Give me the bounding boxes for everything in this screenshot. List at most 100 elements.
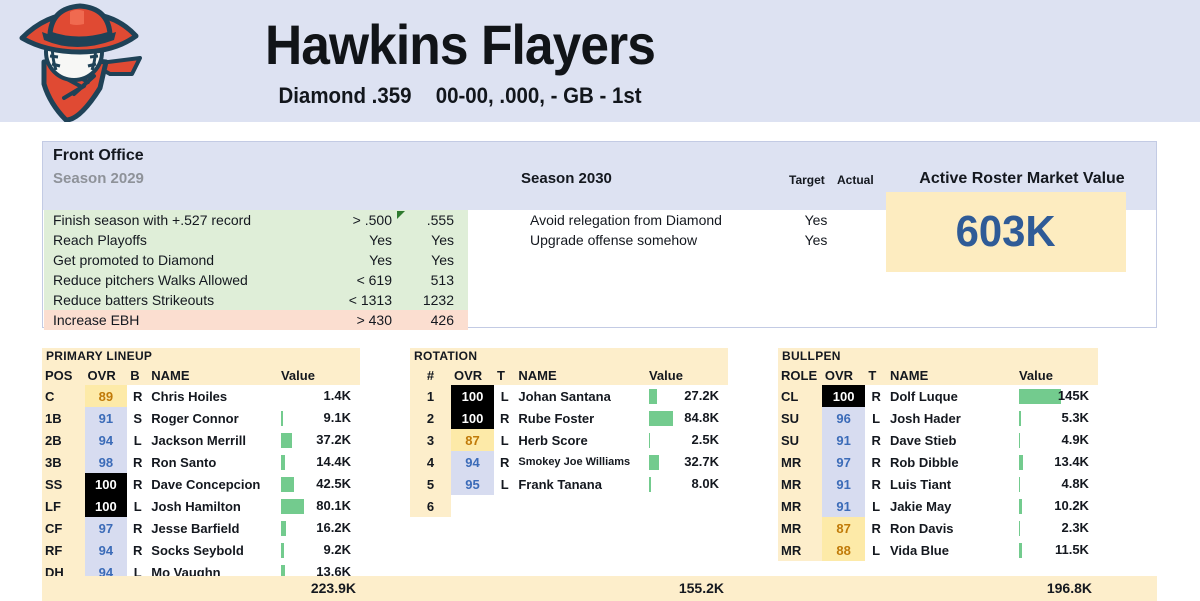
row-player-name[interactable]: Dave Stieb: [887, 429, 1016, 451]
goal-row: Increase EBH > 430 426: [44, 310, 468, 330]
row-overall-rating: 87: [821, 517, 866, 539]
table-row[interactable]: 2 100 R Rube Foster 84.8K: [410, 407, 728, 429]
row-player-name[interactable]: Rob Dibble: [887, 451, 1016, 473]
row-market-value-cell: [646, 495, 728, 517]
row-market-value-cell: 13.4K: [1016, 451, 1098, 473]
table-row[interactable]: CF 97 R Jesse Barfield 16.2K: [42, 517, 360, 539]
table-row[interactable]: C 89 R Chris Hoiles 1.4K: [42, 385, 360, 407]
goal-description: Reach Playoffs: [53, 232, 147, 248]
row-player-name[interactable]: Luis Tiant: [887, 473, 1016, 495]
previous-season-label: Season 2029: [53, 170, 144, 187]
table-row[interactable]: 1B 91 S Roger Connor 9.1K: [42, 407, 360, 429]
table-row[interactable]: LF 100 L Josh Hamilton 80.1K: [42, 495, 360, 517]
row-handedness: L: [500, 432, 509, 448]
table-row[interactable]: SU 91 R Dave Stieb 4.9K: [778, 429, 1098, 451]
row-player-name[interactable]: Herb Score: [515, 429, 646, 451]
front-office-title: Front Office: [53, 147, 144, 164]
table-row[interactable]: 4 94 R Smokey Joe Williams 32.7K: [410, 451, 728, 473]
value-bar: [1018, 543, 1022, 558]
table-row[interactable]: RF 94 R Socks Seybold 9.2K: [42, 539, 360, 561]
table-row[interactable]: CL 100 R Dolf Luque 145K: [778, 385, 1098, 407]
row-handedness: R: [871, 476, 881, 492]
value-label: 4.9K: [1061, 432, 1089, 447]
row-position: MR: [778, 539, 822, 561]
row-position: 4: [410, 451, 451, 473]
table-row[interactable]: 1 100 L Johan Santana 27.2K: [410, 385, 728, 407]
table-row[interactable]: 3 87 L Herb Score 2.5K: [410, 429, 728, 451]
row-player-name[interactable]: Jesse Barfield: [148, 517, 278, 539]
row-market-value-cell: 2.3K: [1016, 517, 1098, 539]
row-player-name[interactable]: Vida Blue: [887, 539, 1016, 561]
row-player-name[interactable]: Rube Foster: [515, 407, 646, 429]
row-handedness: R: [499, 454, 510, 470]
goal-target-value: Yes: [804, 232, 828, 248]
col-name: NAME: [148, 365, 278, 385]
value-label: 5.3K: [1061, 410, 1089, 425]
table-header-row: # OVR T NAME Value: [410, 365, 728, 385]
value-bar: [280, 521, 286, 536]
row-position: C: [42, 385, 85, 407]
row-player-name[interactable]: Josh Hader: [887, 407, 1016, 429]
goal-actual-value: 426: [430, 312, 454, 328]
value-label: 84.8K: [684, 410, 719, 425]
value-label: 42.5K: [316, 476, 351, 491]
row-player-name[interactable]: Ron Davis: [887, 517, 1016, 539]
table-row[interactable]: 6: [410, 495, 728, 517]
row-overall-rating: 100: [450, 385, 495, 407]
row-handedness: R: [871, 388, 881, 404]
value-bar: [1018, 455, 1023, 470]
value-bar-wrap: 42.5K: [280, 473, 357, 495]
goal-target-value: > 430: [356, 312, 392, 328]
row-overall-rating: 91: [821, 429, 866, 451]
row-player-name[interactable]: Ron Santo: [148, 451, 278, 473]
row-player-name[interactable]: Dolf Luque: [887, 385, 1016, 407]
row-market-value-cell: 4.8K: [1016, 473, 1098, 495]
row-player-name[interactable]: [515, 495, 646, 517]
table-row[interactable]: MR 91 L Jakie May 10.2K: [778, 495, 1098, 517]
goal-target-value: < 1313: [348, 292, 392, 308]
table-row[interactable]: 2B 94 L Jackson Merrill 37.2K: [42, 429, 360, 451]
row-handedness: L: [872, 498, 881, 514]
row-position: 2: [410, 407, 451, 429]
page-title: Hawkins Flayers: [265, 13, 656, 76]
col-ovr: OVR: [84, 365, 128, 385]
table-row[interactable]: MR 97 R Rob Dibble 13.4K: [778, 451, 1098, 473]
table-row[interactable]: SU 96 L Josh Hader 5.3K: [778, 407, 1098, 429]
roster-totals-row: 223.9K 155.2K 196.8K: [42, 576, 1157, 601]
row-player-name[interactable]: Jakie May: [887, 495, 1016, 517]
value-bar-wrap: 13.4K: [1018, 451, 1095, 473]
row-player-name[interactable]: Johan Santana: [515, 385, 646, 407]
value-bar: [280, 499, 304, 514]
row-player-name[interactable]: Frank Tanana: [515, 473, 646, 495]
target-column-header: Target: [789, 173, 825, 187]
table-row[interactable]: MR 88 L Vida Blue 11.5K: [778, 539, 1098, 561]
row-handedness: R: [133, 520, 143, 536]
row-player-name[interactable]: Socks Seybold: [148, 539, 278, 561]
row-market-value-cell: 14.4K: [278, 451, 360, 473]
row-position: LF: [42, 495, 85, 517]
row-handedness: R: [133, 388, 143, 404]
value-bar: [648, 411, 673, 426]
table-row[interactable]: MR 91 R Luis Tiant 4.8K: [778, 473, 1098, 495]
table-row[interactable]: 5 95 L Frank Tanana 8.0K: [410, 473, 728, 495]
table-row[interactable]: MR 87 R Ron Davis 2.3K: [778, 517, 1098, 539]
row-market-value-cell: 11.5K: [1016, 539, 1098, 561]
row-player-name[interactable]: Dave Concepcion: [148, 473, 278, 495]
goal-description: Upgrade offense somehow: [530, 232, 698, 248]
row-player-name[interactable]: Josh Hamilton: [148, 495, 278, 517]
row-player-name[interactable]: Jackson Merrill: [148, 429, 278, 451]
table-row[interactable]: SS 100 R Dave Concepcion 42.5K: [42, 473, 360, 495]
value-bar-wrap: 145K: [1018, 385, 1095, 407]
row-position: MR: [778, 451, 822, 473]
row-player-name[interactable]: Smokey Joe Williams: [515, 451, 646, 473]
row-player-name[interactable]: Roger Connor: [148, 407, 278, 429]
goal-description: Reduce pitchers Walks Allowed: [53, 272, 248, 288]
team-logo: [0, 0, 160, 122]
goal-target-value: > .500: [352, 212, 392, 228]
table-row[interactable]: 3B 98 R Ron Santo 14.4K: [42, 451, 360, 473]
goal-actual-value: Yes: [431, 232, 454, 248]
col-value: Value: [1015, 365, 1098, 385]
value-bar: [1018, 411, 1021, 426]
row-player-name[interactable]: Chris Hoiles: [148, 385, 278, 407]
value-bar-wrap: 5.3K: [1018, 407, 1095, 429]
